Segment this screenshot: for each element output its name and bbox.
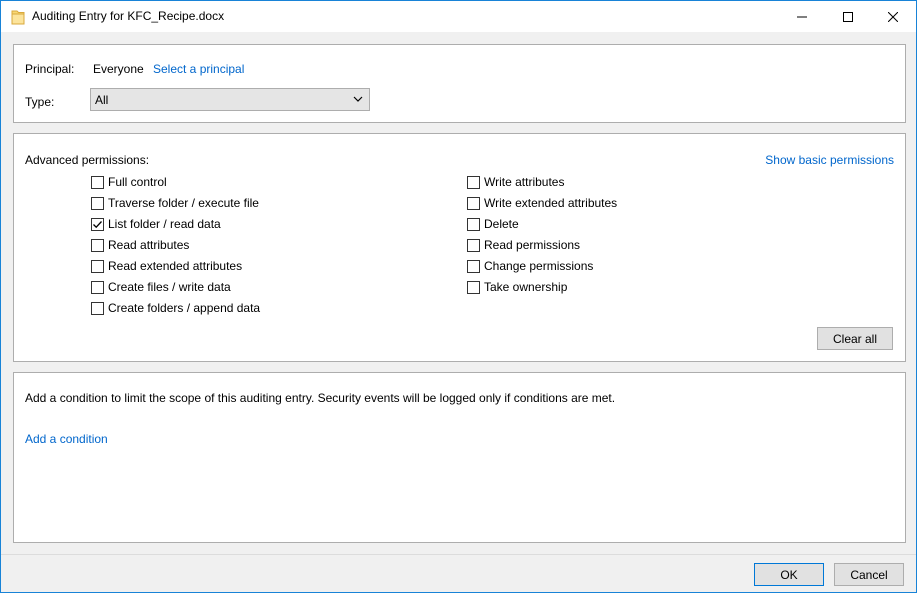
permission-checkbox[interactable] [467,175,480,189]
permission-label: Read extended attributes [108,259,243,273]
permission-checkbox[interactable] [467,238,480,252]
permission-label: Full control [108,175,167,189]
type-label: Type: [25,95,55,109]
permission-row[interactable]: Full control [91,174,167,190]
permission-label: Take ownership [484,280,568,294]
cancel-button[interactable]: Cancel [834,563,904,586]
permission-row[interactable]: Read extended attributes [91,258,242,274]
condition-panel: Add a condition to limit the scope of th… [13,372,906,543]
condition-description: Add a condition to limit the scope of th… [25,391,616,405]
permission-checkbox[interactable] [91,217,104,231]
add-condition-link[interactable]: Add a condition [25,432,108,446]
permission-label: Create folders / append data [108,301,261,315]
permission-row[interactable]: Create folders / append data [91,300,260,316]
footer-divider [1,554,916,555]
show-basic-permissions-link[interactable]: Show basic permissions [765,153,894,167]
principal-value: Everyone [93,62,144,76]
permission-checkbox[interactable] [467,259,480,273]
folder-icon [11,9,25,25]
permission-checkbox[interactable] [91,280,104,294]
permission-label: Change permissions [484,259,594,273]
permission-label: Create files / write data [108,280,231,294]
permission-row[interactable]: Write extended attributes [467,195,617,211]
permission-row[interactable]: Write attributes [467,174,564,190]
permission-row[interactable]: Read permissions [467,237,580,253]
permission-checkbox[interactable] [91,301,104,315]
permission-row[interactable]: Read attributes [91,237,189,253]
permission-label: List folder / read data [108,217,221,231]
maximize-button[interactable] [825,1,871,32]
minimize-button[interactable] [779,1,825,32]
window-title: Auditing Entry for KFC_Recipe.docx [32,9,225,23]
permission-checkbox[interactable] [467,217,480,231]
chevron-down-icon [353,96,363,102]
close-button[interactable] [870,1,916,32]
title-bar: Auditing Entry for KFC_Recipe.docx [1,1,916,32]
permission-checkbox[interactable] [91,196,104,210]
ok-button[interactable]: OK [754,563,824,586]
permission-checkbox[interactable] [467,280,480,294]
permission-row[interactable]: Change permissions [467,258,593,274]
permissions-panel: Advanced permissions: Show basic permiss… [13,133,906,362]
auditing-entry-dialog: Auditing Entry for KFC_Recipe.docx Princ… [0,0,917,593]
permission-label: Write attributes [484,175,565,189]
principal-panel: Principal: Everyone Select a principal T… [13,44,906,123]
permission-checkbox[interactable] [91,259,104,273]
permission-label: Traverse folder / execute file [108,196,259,210]
close-icon [888,11,898,22]
minimize-icon [797,16,807,17]
permission-label: Read attributes [108,238,190,252]
permission-checkbox[interactable] [91,175,104,189]
permission-row[interactable]: List folder / read data [91,216,221,232]
select-principal-link[interactable]: Select a principal [153,62,244,76]
maximize-icon [843,11,853,22]
permission-checkbox[interactable] [467,196,480,210]
type-dropdown-value: All [95,93,109,107]
clear-all-button[interactable]: Clear all [817,327,893,350]
permission-checkbox[interactable] [91,238,104,252]
permission-row[interactable]: Take ownership [467,279,567,295]
type-dropdown[interactable]: All [90,88,370,111]
checkmark-icon [93,220,102,228]
permission-row[interactable]: Delete [467,216,519,232]
permission-label: Read permissions [484,238,581,252]
permission-row[interactable]: Create files / write data [91,279,231,295]
permission-label: Write extended attributes [484,196,618,210]
permission-row[interactable]: Traverse folder / execute file [91,195,259,211]
permission-label: Delete [484,217,519,231]
advanced-permissions-heading: Advanced permissions: [25,153,150,167]
principal-label: Principal: [25,62,75,76]
